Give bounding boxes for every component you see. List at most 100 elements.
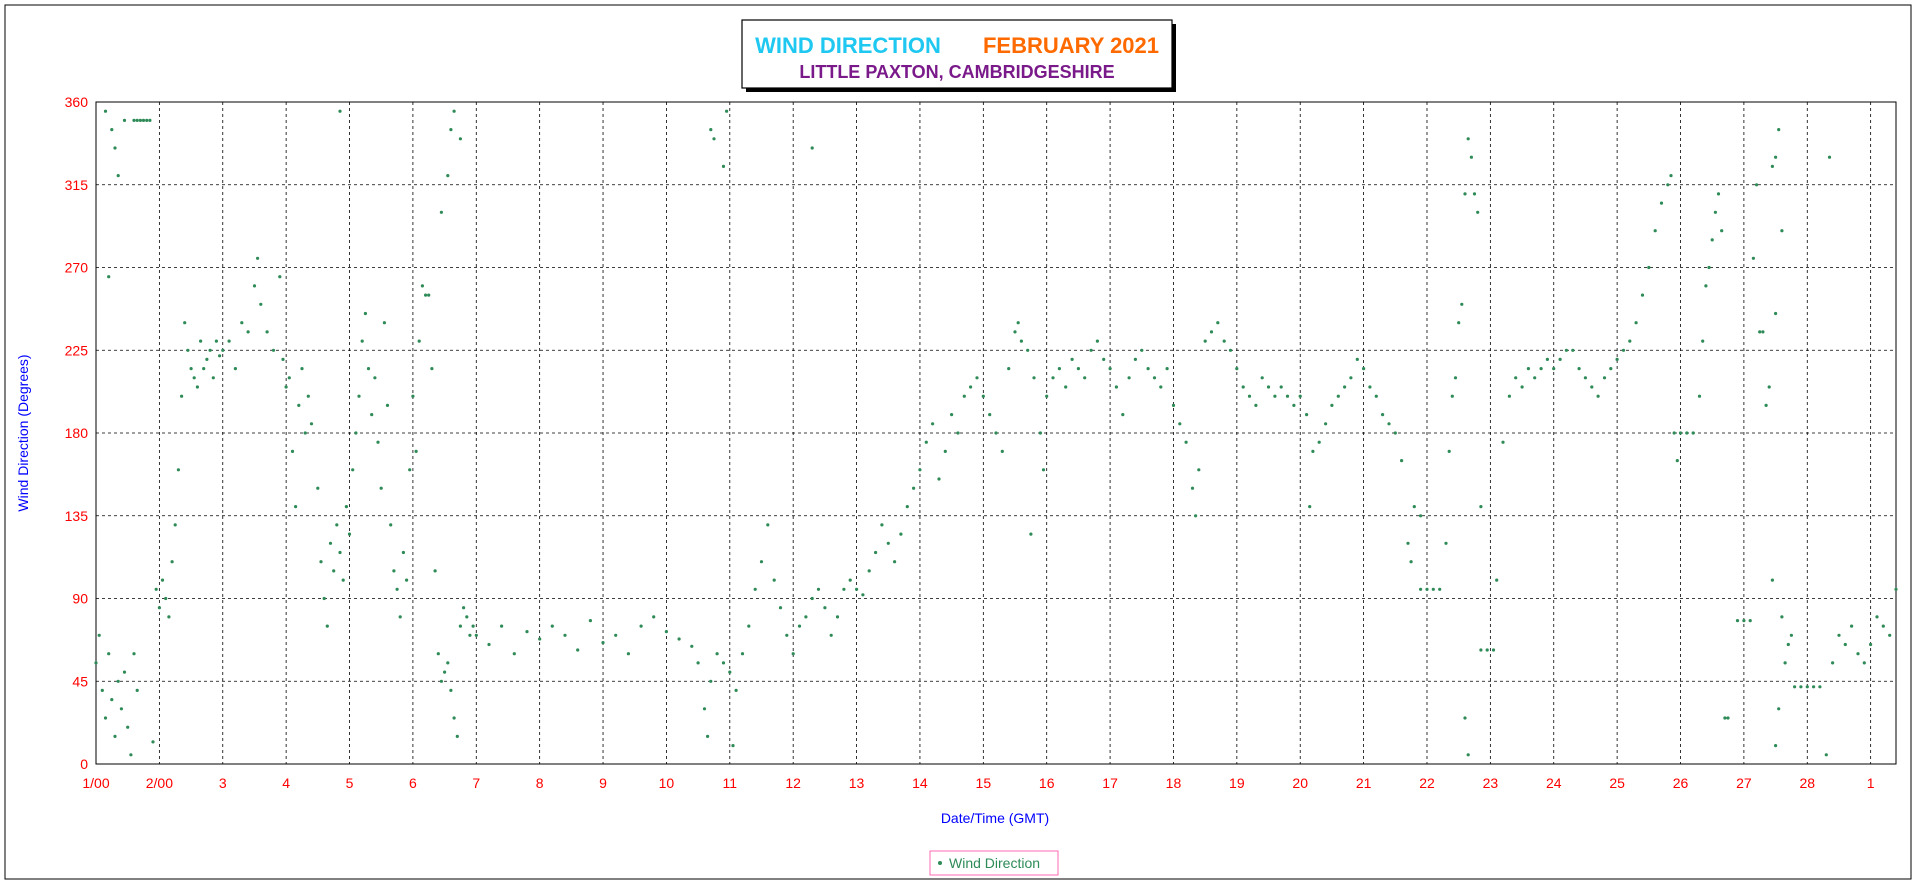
data-point	[731, 744, 735, 748]
data-point	[855, 587, 859, 591]
legend: Wind Direction	[929, 850, 1059, 876]
data-point	[1777, 707, 1781, 711]
data-point	[141, 118, 146, 122]
data-point	[899, 532, 903, 536]
data-point	[113, 734, 117, 739]
data-point	[176, 468, 180, 472]
data-point	[626, 652, 631, 656]
x-tick-label: 2/00	[146, 775, 173, 791]
data-point	[1194, 514, 1198, 518]
x-tick-label: 24	[1546, 775, 1562, 791]
data-point	[138, 118, 142, 122]
data-point	[1197, 468, 1201, 472]
x-tick-label: 9	[599, 775, 607, 791]
data-point	[306, 394, 310, 398]
data-point	[252, 284, 257, 288]
data-point	[1577, 367, 1581, 371]
data-point	[1764, 403, 1768, 407]
data-point	[1308, 505, 1312, 509]
data-point	[1381, 413, 1385, 417]
legend-label: Wind Direction	[949, 855, 1040, 871]
data-point	[221, 348, 225, 352]
data-point	[392, 569, 396, 573]
data-point	[132, 652, 136, 656]
data-point	[981, 394, 985, 398]
y-tick-label: 0	[80, 756, 88, 772]
data-point	[338, 550, 342, 555]
data-point	[1526, 367, 1530, 371]
data-point	[1894, 587, 1898, 591]
data-point	[1710, 238, 1714, 242]
data-point	[1596, 394, 1600, 398]
data-point	[148, 118, 152, 122]
data-point	[1758, 330, 1762, 334]
data-point	[1400, 459, 1404, 463]
data-point	[344, 505, 348, 509]
data-point	[1685, 431, 1689, 435]
x-tick-label: 27	[1736, 775, 1752, 791]
data-point	[1444, 541, 1448, 545]
data-point	[1469, 155, 1473, 159]
data-point	[256, 256, 260, 260]
data-point	[1707, 265, 1711, 270]
data-point	[829, 633, 833, 637]
data-point	[880, 523, 884, 527]
data-point	[157, 606, 161, 610]
data-point	[1640, 293, 1645, 297]
data-point	[728, 670, 732, 674]
data-point	[487, 642, 491, 647]
data-point	[1463, 716, 1467, 720]
data-point	[715, 652, 719, 656]
data-point	[1127, 376, 1131, 380]
data-point	[439, 210, 443, 214]
chart-frame: WIND DIRECTION FEBRUARY 2021 LITTLE PAXT…	[4, 4, 1912, 880]
data-point	[439, 679, 443, 683]
x-tick-label: 5	[346, 775, 354, 791]
x-tick-label: 20	[1292, 775, 1308, 791]
data-point	[443, 670, 447, 674]
data-point	[1114, 385, 1118, 389]
data-point	[119, 707, 123, 711]
data-point	[294, 505, 298, 509]
data-point	[398, 615, 402, 619]
data-point	[1583, 376, 1587, 380]
data-point	[446, 661, 450, 665]
data-point	[424, 293, 428, 297]
data-point	[1856, 652, 1860, 656]
chart-title: WIND DIRECTION	[755, 33, 941, 58]
data-point	[500, 624, 504, 628]
data-point	[1038, 431, 1042, 435]
data-point	[430, 367, 434, 371]
data-point	[1140, 348, 1144, 352]
data-point	[332, 569, 336, 573]
data-point	[1387, 422, 1391, 426]
data-point	[376, 440, 380, 444]
data-point	[94, 661, 98, 665]
data-point	[588, 619, 593, 623]
data-point	[227, 339, 231, 343]
data-point	[360, 339, 364, 343]
data-point	[465, 615, 469, 619]
data-point	[246, 330, 250, 334]
data-point	[785, 633, 789, 637]
data-point	[202, 367, 206, 371]
x-tick-label: 17	[1102, 775, 1118, 791]
data-point	[690, 644, 694, 648]
data-point	[702, 707, 707, 711]
data-point	[1374, 394, 1378, 398]
data-point	[712, 137, 716, 141]
data-point	[1726, 716, 1730, 720]
data-point	[122, 118, 127, 122]
y-tick-label: 45	[72, 673, 88, 689]
data-point	[1013, 330, 1017, 334]
data-point	[379, 486, 383, 490]
data-point	[1812, 685, 1816, 689]
data-point	[1447, 449, 1451, 453]
data-point	[563, 633, 567, 637]
data-point	[601, 641, 605, 645]
data-point	[1026, 348, 1030, 352]
data-point	[110, 698, 114, 702]
data-point	[167, 615, 171, 619]
data-point	[103, 109, 108, 113]
data-point	[709, 679, 713, 683]
